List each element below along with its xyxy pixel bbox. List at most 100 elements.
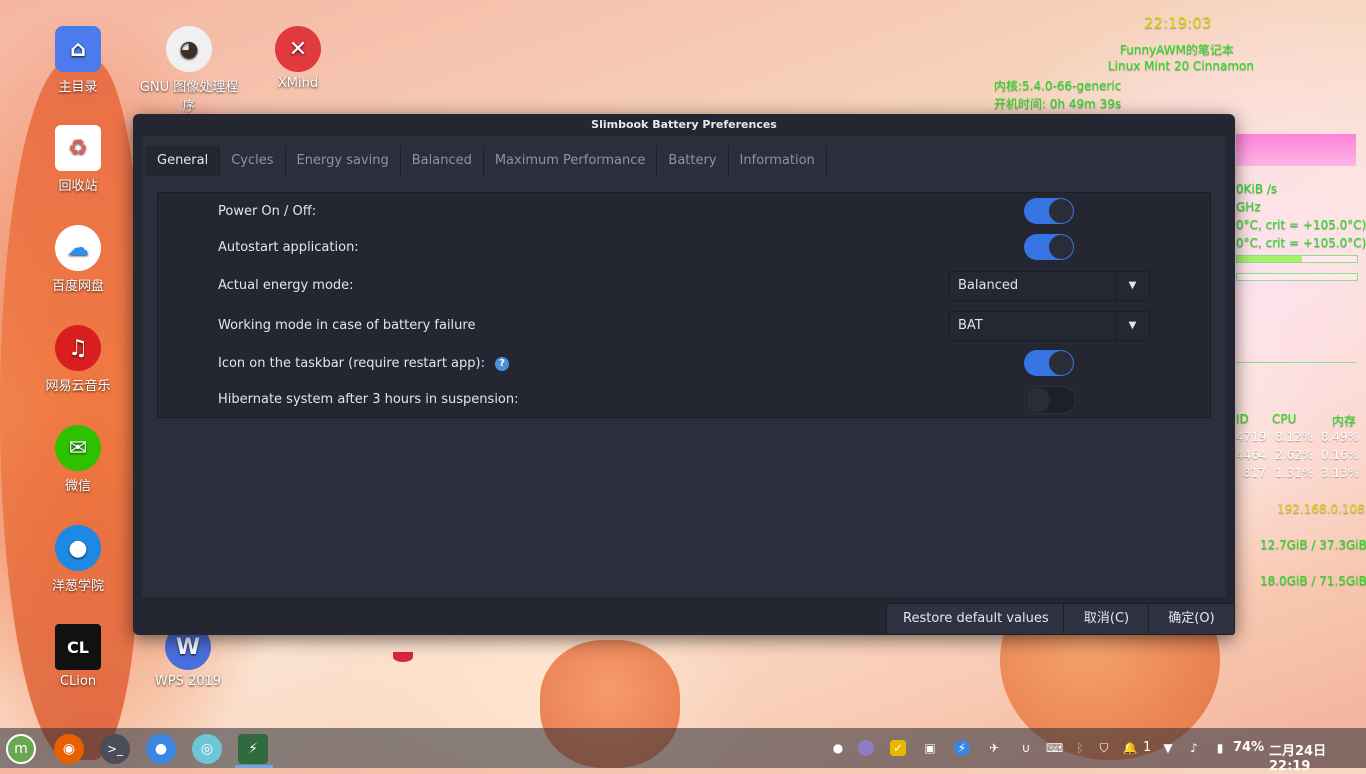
conky-hostname: FunnyAWM的笔记本 — [1120, 43, 1234, 57]
hibernate-switch[interactable] — [1024, 386, 1076, 414]
netease-music-icon: ♫ — [55, 325, 101, 371]
energy-mode-select[interactable]: Balanced ▼ — [949, 271, 1150, 301]
conky-kernel: 内核:5.4.0-66-generic — [994, 79, 1122, 93]
desktop-icon-label: WPS 2019 — [154, 674, 222, 689]
tab-maximum-performance[interactable]: Maximum Performance — [483, 146, 658, 176]
conky-time: 22:19:03 — [1144, 14, 1212, 32]
conky-bar-1 — [1236, 255, 1358, 263]
terminal-icon[interactable]: >_ — [100, 734, 130, 764]
desktop-icon-label: 网易云音乐 — [45, 379, 111, 394]
gimp-icon: ◕ — [166, 26, 212, 72]
hibernate-label: Hibernate system after 3 hours in suspen… — [218, 392, 519, 407]
conky-proc-mem: 8.49% — [1321, 430, 1360, 444]
restore-defaults-button[interactable]: Restore default values — [886, 603, 1066, 635]
tab-general[interactable]: General — [146, 146, 221, 176]
chevron-down-icon: ▼ — [1115, 312, 1149, 340]
mint-menu-icon[interactable]: m — [6, 734, 36, 764]
tab-energy-saving[interactable]: Energy saving — [285, 146, 401, 176]
preferences-window: Slimbook Battery Preferences General Cyc… — [133, 114, 1235, 635]
conky-net-graph — [1236, 330, 1356, 363]
conky-proc-mem: 0.16% — [1321, 448, 1360, 462]
keyboard-icon[interactable]: ⌨ — [1046, 740, 1063, 756]
clock[interactable]: 二月24日 22:19 — [1269, 740, 1366, 774]
bolt-icon[interactable]: ⚡ — [954, 740, 970, 756]
update-icon[interactable]: ✓ — [890, 740, 906, 756]
desktop-icon-trash[interactable]: ♻ 回收站 — [28, 125, 128, 194]
tab-information[interactable]: Information — [728, 146, 827, 176]
conky-proc-header-mem: 内存 — [1332, 414, 1357, 428]
switch-knob — [1049, 235, 1073, 259]
autostart-label: Autostart application: — [218, 240, 359, 255]
files-icon[interactable]: ● — [146, 734, 176, 764]
desktop-icon-clion[interactable]: CL CLion — [28, 624, 128, 689]
conky-proc-pid: 4719 — [1236, 430, 1267, 444]
ok-button[interactable]: 确定(O) — [1148, 603, 1235, 635]
general-settings-panel: Power On / Off: Autostart application: A… — [157, 192, 1211, 418]
qq-icon[interactable]: ● — [830, 740, 846, 756]
notification-icon[interactable]: 🔔 — [1122, 740, 1138, 756]
trash-icon: ♻ — [55, 125, 101, 171]
magnet-icon[interactable]: ∪ — [1018, 740, 1034, 756]
conky-proc-header-pid: ID — [1236, 412, 1249, 426]
desktop-icon-wechat[interactable]: ✉ 微信 — [28, 425, 128, 494]
taskbar-icon-label: Icon on the taskbar (require restart app… — [218, 356, 485, 371]
desktop-icon-gimp[interactable]: ◕ GNU 图像处理程序 — [138, 26, 240, 114]
screenshot-icon[interactable]: ▣ — [922, 740, 938, 756]
conky-memory: 12.7GiB / 37.3GiB — [1260, 538, 1366, 552]
conky-ip: 192.168.0.108 — [1277, 502, 1365, 516]
power-switch[interactable] — [1024, 198, 1074, 224]
xmind-icon: ✕ — [275, 26, 321, 72]
wechat-icon: ✉ — [55, 425, 101, 471]
autostart-switch[interactable] — [1024, 234, 1074, 260]
desktop-icon-label: 回收站 — [58, 179, 98, 194]
chevron-down-icon: ▼ — [1115, 272, 1149, 300]
firefox-icon[interactable]: ◉ — [54, 734, 84, 764]
desktop-icon-baidu[interactable]: ☁ 百度网盘 — [28, 225, 128, 294]
notification-count: 1 — [1143, 740, 1152, 755]
battery-failure-label: Working mode in case of battery failure — [218, 318, 476, 333]
conky-temp-2: 0°C, crit = +105.0°C)°C — [1236, 236, 1366, 250]
battery-failure-select[interactable]: BAT ▼ — [949, 311, 1150, 341]
slimbook-battery-icon[interactable]: ⚡ — [238, 734, 268, 764]
desktop-icon-label: CLion — [59, 674, 97, 689]
browser-icon[interactable]: ◎ — [192, 734, 222, 764]
desktop-icon-home[interactable]: ⌂ 主目录 — [28, 26, 128, 95]
cancel-button[interactable]: 取消(C) — [1063, 603, 1150, 635]
switch-knob — [1049, 199, 1073, 223]
desktop-icon-label: 洋葱学院 — [51, 579, 104, 594]
conky-temp-1: 0°C, crit = +105.0°C)°C — [1236, 218, 1366, 232]
tab-cycles[interactable]: Cycles — [220, 146, 286, 176]
home-folder-icon: ⌂ — [55, 26, 101, 72]
desktop-icon-label: GNU 图像处理程序 — [139, 80, 239, 114]
desktop-icon-label: XMind — [277, 76, 319, 91]
purple-app-icon[interactable] — [858, 740, 874, 756]
taskbar-icon-row: Icon on the taskbar (require restart app… — [218, 356, 509, 371]
conky-proc-mem: 3.13% — [1321, 466, 1360, 480]
tab-balanced[interactable]: Balanced — [400, 146, 484, 176]
taskbar-icon-switch[interactable] — [1024, 350, 1074, 376]
baidu-netdisk-icon: ☁ — [55, 225, 101, 271]
power-label: Power On / Off: — [218, 204, 317, 219]
conky-proc-cpu: 2.62% — [1275, 448, 1314, 462]
tab-battery[interactable]: Battery — [657, 146, 729, 176]
conky-disk: 18.0GiB / 71.5GiB — [1260, 574, 1366, 588]
desktop-icon-onion[interactable]: ● 洋葱学院 — [28, 525, 128, 594]
conky-proc-pid: 4464 — [1236, 448, 1267, 462]
volume-icon[interactable]: ♪ — [1186, 740, 1202, 756]
desktop-icon-netease[interactable]: ♫ 网易云音乐 — [28, 325, 128, 394]
conky-proc-pid: 817 — [1243, 466, 1266, 480]
shield-icon[interactable]: ⛉ — [1096, 740, 1112, 756]
battery-percent: 74% — [1233, 740, 1265, 755]
desktop-icon-xmind[interactable]: ✕ XMind — [248, 26, 348, 91]
wifi-icon[interactable]: ▼ — [1160, 740, 1176, 756]
send-icon[interactable]: ✈ — [986, 740, 1002, 756]
conky-proc-header-cpu: CPU — [1272, 412, 1297, 426]
battery-icon[interactable]: ▮ — [1212, 740, 1228, 756]
clion-icon: CL — [55, 624, 101, 670]
conky-cpu-freq: GHz — [1236, 200, 1261, 214]
conky-bar-2 — [1236, 273, 1358, 281]
help-icon[interactable]: ? — [494, 357, 509, 371]
conky-net-speed: 0KiB /s — [1236, 182, 1278, 196]
bluetooth-icon[interactable]: ᛒ — [1072, 740, 1088, 756]
onion-academy-icon: ● — [55, 525, 101, 571]
